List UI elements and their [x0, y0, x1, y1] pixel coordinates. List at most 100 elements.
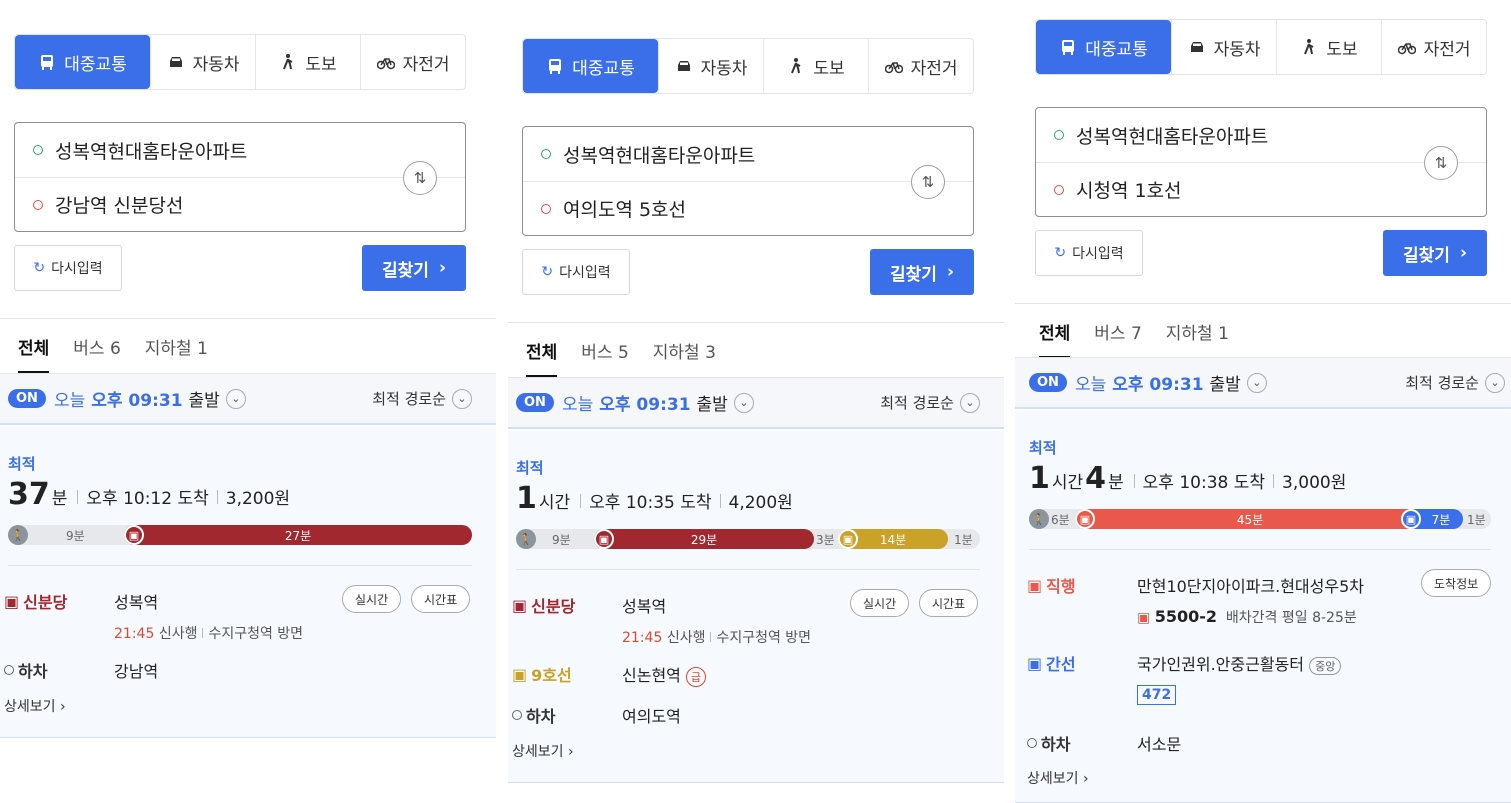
station-label: 국가인권위.안중근활동터 [1137, 655, 1305, 674]
bus-number-badge[interactable]: 472 [1137, 685, 1177, 705]
walk-icon: 🚶 [1029, 509, 1049, 529]
separator [1133, 474, 1135, 488]
tab-all[interactable]: 전체 [18, 334, 50, 373]
duration-hours: 1 [516, 481, 537, 516]
route-card[interactable]: 최적 37 분 오후 10:12 도착 3,200원 🚶 9분 ▣ 27분 ▣ 신분… [0, 427, 496, 738]
depart-time[interactable]: 오후 09:31 [599, 390, 690, 415]
bus-icon: ▣ [1075, 509, 1095, 529]
train-direction: 신사행 [158, 626, 198, 642]
tab-all[interactable]: 전체 [526, 338, 558, 377]
on-badge[interactable]: ON [1029, 373, 1067, 392]
station-name: 서소문 [1137, 735, 1182, 754]
bus-segment: ▣ 45분 [1075, 509, 1425, 529]
swap-icon[interactable]: ⇅ [911, 165, 945, 199]
bus-icon [549, 59, 562, 74]
depart-time[interactable]: 오후 09:31 [1112, 370, 1203, 395]
tab-subway[interactable]: 지하철 1 [1166, 319, 1229, 344]
train-direction: 신사행 [666, 630, 706, 646]
sort-dropdown[interactable]: 최적 경로순 ⌄ [880, 392, 980, 413]
detail-link[interactable]: 상세보기 › [512, 741, 574, 761]
search-button[interactable]: 길찾기 › [362, 245, 466, 291]
route-card[interactable]: 최적 1 시간 오후 10:35 도착 4,200원 🚶 9분 ▣ 29분 3분 … [508, 431, 1004, 783]
arrival-time: 오후 10:12 도착 [86, 489, 209, 509]
timetable-button[interactable]: 시간표 [411, 585, 471, 613]
destination-field[interactable]: 시청역 1호선 [1036, 162, 1486, 216]
station-label: 신논현역 [622, 666, 681, 685]
sort-dropdown[interactable]: 최적 경로순 ⌄ [1405, 372, 1505, 393]
separator [1273, 474, 1275, 488]
chevron-right-icon: › [946, 262, 954, 282]
tab-bus[interactable]: 버스 5 [581, 338, 629, 363]
line-name: ▣ 신분당 [4, 589, 67, 613]
segment-duration: 14분 [879, 532, 907, 547]
origin-field[interactable]: 성복역현대홈타운아파트 [523, 127, 973, 181]
depart-time[interactable]: 오후 09:31 [91, 386, 182, 411]
mode-tab-bike[interactable]: 자전거 [360, 35, 465, 89]
timetable-button[interactable]: 시간표 [919, 589, 979, 617]
origin-text: 성복역현대홈타운아파트 [1076, 125, 1269, 148]
mode-tab-bike[interactable]: 자전거 [1381, 20, 1486, 74]
mode-tab-walk[interactable]: 도보 [763, 39, 868, 93]
swap-icon[interactable]: ⇅ [403, 161, 437, 195]
route-card[interactable]: 최적 1 시간 4분 오후 10:38 도착 3,000원 🚶 6분 ▣ 45분 … [1015, 411, 1511, 803]
arrival-info-button[interactable]: 도착정보 [1421, 569, 1492, 597]
reset-label: 다시입력 [559, 265, 611, 281]
reset-button[interactable]: ↻ 다시입력 [1035, 230, 1143, 276]
filter-tabs: 전체 버스 5 지하철 3 [526, 324, 716, 377]
mode-label: 도보 [813, 58, 845, 79]
mode-tab-walk[interactable]: 도보 [1276, 20, 1381, 74]
station-name: 만현10단지아이파크.현대성우5차 [1137, 577, 1364, 596]
mode-tab-transit[interactable]: 대중교통 [1036, 20, 1172, 74]
origin-field[interactable]: 성복역현대홈타운아파트 [15, 123, 465, 177]
swap-icon[interactable]: ⇅ [1424, 146, 1458, 180]
refresh-icon: ↻ [1054, 245, 1067, 261]
chevron-down-icon[interactable]: ⌄ [733, 392, 754, 413]
bike-icon [1397, 43, 1416, 55]
mode-tab-transit[interactable]: 대중교통 [523, 39, 659, 93]
mode-tab-bike[interactable]: 자전거 [868, 39, 973, 93]
chevron-down-icon[interactable]: ⌄ [225, 388, 246, 409]
mode-tab-car[interactable]: 자동차 [658, 39, 763, 93]
alight-text: 하차 [18, 662, 48, 681]
walk-duration: 6분 [1051, 513, 1070, 527]
destination-field[interactable]: 여의도역 5호선 [523, 181, 973, 235]
search-button[interactable]: 길찾기 › [1383, 230, 1487, 276]
chevron-right-icon: › [1459, 243, 1467, 263]
divider [1029, 549, 1491, 550]
reset-button[interactable]: ↻ 다시입력 [522, 249, 630, 295]
search-button[interactable]: 길찾기 › [870, 249, 974, 295]
detail-link[interactable]: 상세보기 › [4, 696, 66, 716]
mode-label: 도보 [1326, 39, 1358, 60]
tab-all[interactable]: 전체 [1039, 319, 1071, 358]
best-label: 최적 [8, 455, 36, 473]
depart-label: 출발 [1209, 375, 1241, 395]
search-label: 길찾기 [890, 264, 937, 285]
tab-subway[interactable]: 지하철 3 [653, 338, 716, 363]
mode-tab-walk[interactable]: 도보 [255, 35, 360, 89]
sort-dropdown[interactable]: 최적 경로순 ⌄ [372, 388, 472, 409]
mode-tab-car[interactable]: 자동차 [1171, 20, 1276, 74]
mode-tab-car[interactable]: 자동차 [150, 35, 255, 89]
realtime-button[interactable]: 실시간 [850, 589, 910, 617]
on-badge[interactable]: ON [516, 393, 554, 412]
bus-segment: ▣ 7분 [1401, 509, 1463, 529]
mode-tab-transit[interactable]: 대중교통 [15, 35, 151, 89]
on-badge[interactable]: ON [8, 389, 46, 408]
detail-link[interactable]: 상세보기 › [1027, 768, 1089, 788]
destination-dot-icon [33, 199, 43, 210]
reset-button[interactable]: ↻ 다시입력 [14, 245, 122, 291]
tab-bus[interactable]: 버스 7 [1094, 319, 1142, 344]
chevron-down-icon[interactable]: ⌄ [1246, 372, 1267, 393]
route-panel-3: 대중교통 자동차 도보 자전거 성복역현대홈타운아파트 시청역 1호선 ⇅ ↻ 다… [1015, 0, 1511, 803]
origin-field[interactable]: 성복역현대홈타운아파트 [1036, 108, 1486, 162]
realtime-button[interactable]: 실시간 [342, 585, 402, 613]
bus-icon [1062, 40, 1075, 55]
destination-field[interactable]: 강남역 신분당선 [15, 177, 465, 231]
minute-unit: 분 [1108, 473, 1124, 493]
tab-subway[interactable]: 지하철 1 [145, 334, 208, 359]
tab-bus[interactable]: 버스 6 [73, 334, 121, 359]
today-label: 오늘 [53, 391, 86, 411]
filter-tabs: 전체 버스 6 지하철 1 [18, 320, 208, 373]
line-label: 9호선 [531, 666, 572, 685]
train-time: 21:45 [622, 630, 663, 646]
